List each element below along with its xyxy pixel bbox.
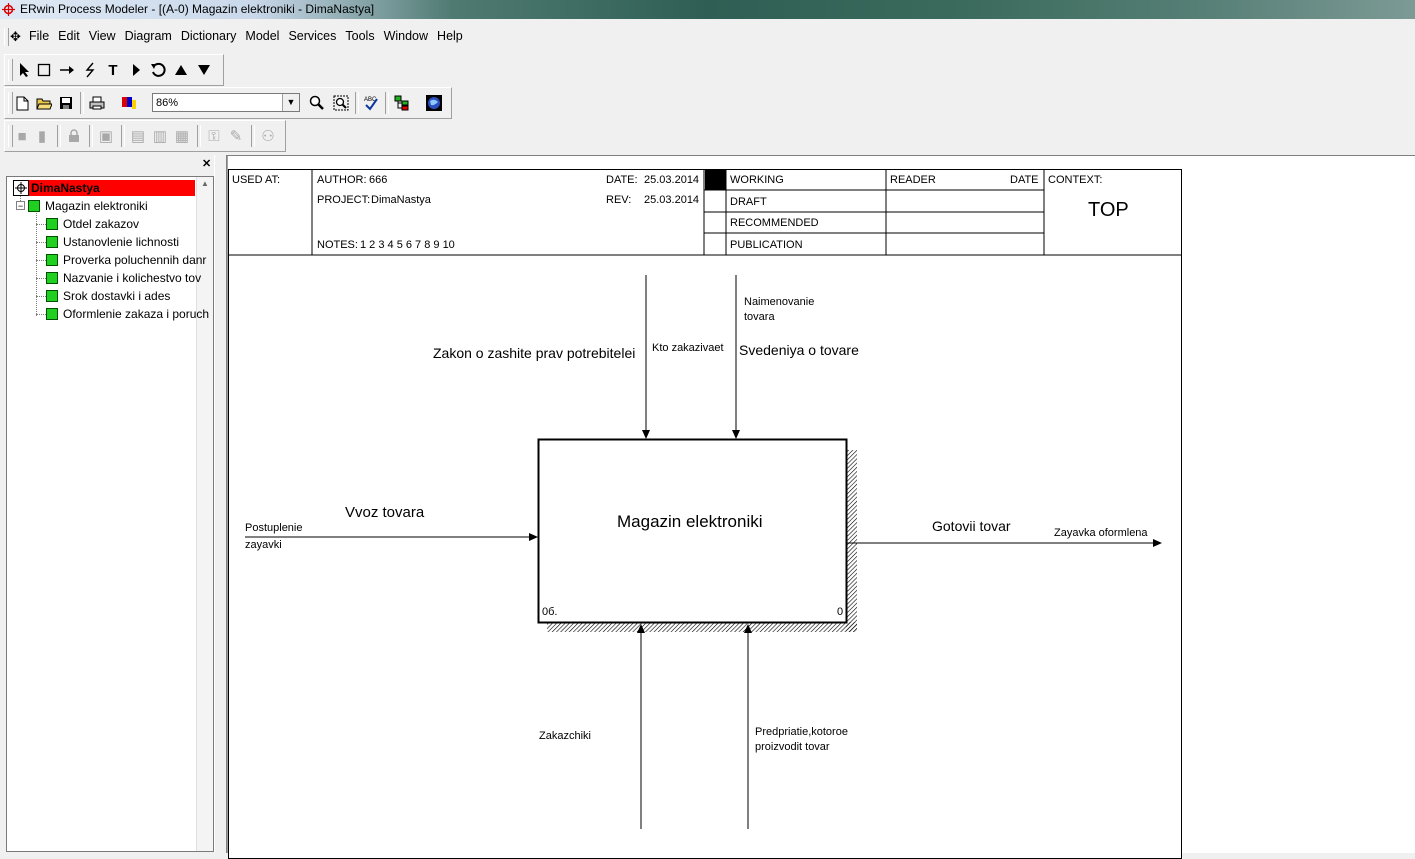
output-arrow-label[interactable]: Zayavka oformlena — [1054, 527, 1148, 539]
activity-box-number: 0 — [837, 606, 844, 618]
activity-box-title[interactable]: Magazin elektroniki — [617, 512, 763, 532]
notes-value: 1 2 3 4 5 6 7 8 9 10 — [360, 239, 455, 251]
control-arrow-label[interactable]: Zakon o zashite prav potrebitelei — [433, 345, 635, 361]
date-label: DATE: — [606, 174, 638, 186]
status-draft: DRAFT — [730, 196, 767, 208]
status-recommended: RECOMMENDED — [730, 217, 819, 229]
author-value: 666 — [369, 174, 388, 186]
mechanism-arrow-label[interactable]: Zakazchiki — [539, 730, 591, 742]
rev-value: 25.03.2014 — [644, 194, 700, 206]
project-label: PROJECT: — [317, 194, 371, 206]
control-arrow-label[interactable]: Kto zakazivaet — [652, 342, 724, 354]
reader-date-label: DATE — [1010, 174, 1039, 186]
input-arrow-label[interactable]: Vvoz tovara — [345, 504, 424, 521]
date-value: 25.03.2014 — [644, 174, 700, 186]
control-arrow-label[interactable]: tovara — [744, 311, 775, 323]
notes-label: NOTES: — [317, 239, 358, 251]
output-arrow-label[interactable]: Gotovii tovar — [932, 518, 1011, 534]
project-value: DimaNastya — [371, 194, 431, 206]
status-publication: PUBLICATION — [730, 239, 803, 251]
activity-box-cost: 0б. — [542, 606, 558, 618]
control-arrow-label[interactable]: Svedeniya o tovare — [739, 342, 859, 358]
mechanism-arrow-label[interactable]: proizvodit tovar — [755, 741, 830, 753]
context-label: CONTEXT: — [1048, 174, 1103, 186]
control-arrow-label[interactable]: Naimenovanie — [744, 296, 814, 308]
used-at-label: USED AT: — [232, 174, 281, 186]
author-label: AUTHOR: — [317, 174, 367, 186]
input-arrow-label[interactable]: zayavki — [245, 539, 282, 551]
diagram-lines — [228, 169, 1182, 829]
status-working: WORKING — [730, 174, 784, 186]
input-arrow-label[interactable]: Postuplenie — [245, 522, 303, 534]
rev-label: REV: — [606, 194, 632, 206]
mechanism-arrow-label[interactable]: Predpriatie,kotoroe — [755, 726, 848, 738]
reader-label: READER — [890, 174, 936, 186]
context-value: TOP — [1088, 199, 1129, 221]
